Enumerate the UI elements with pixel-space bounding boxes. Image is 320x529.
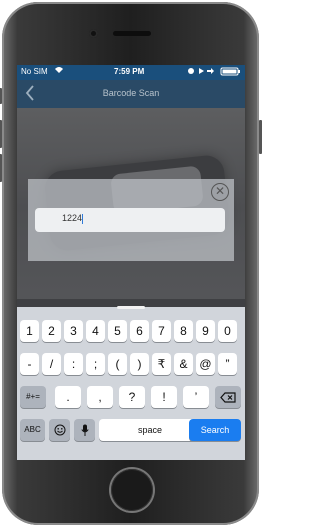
key-comma[interactable]: , <box>87 386 113 408</box>
mute-switch <box>0 88 2 104</box>
key-1[interactable]: 1 <box>20 320 39 342</box>
power-button <box>259 120 262 154</box>
search-key[interactable]: Search <box>189 419 241 441</box>
key-4[interactable]: 4 <box>86 320 105 342</box>
page-title: Barcode Scan <box>102 88 160 98</box>
close-button[interactable]: ✕ <box>211 183 229 201</box>
home-button[interactable] <box>111 469 153 511</box>
key-quote[interactable]: ” <box>218 353 237 375</box>
key-6[interactable]: 6 <box>130 320 149 342</box>
key-7[interactable]: 7 <box>152 320 171 342</box>
volume-up-button <box>0 120 2 148</box>
text-caret <box>82 213 84 224</box>
keyboard: 1 2 3 4 5 6 7 8 9 0 - / : ; ( ) ₹ & @ ” … <box>17 310 245 460</box>
status-bar: No SIM 7:59 PM <box>17 65 245 80</box>
key-apostrophe[interactable]: ’ <box>183 386 209 408</box>
earpiece <box>113 31 151 36</box>
status-icons <box>187 66 243 78</box>
key-hyphen[interactable]: - <box>20 353 39 375</box>
key-slash[interactable]: / <box>42 353 61 375</box>
barcode-input[interactable]: 1224 <box>35 208 225 232</box>
carrier-label: No SIM <box>21 67 48 76</box>
keyboard-grabber <box>117 306 145 309</box>
close-icon: ✕ <box>214 184 226 198</box>
space-key[interactable]: space <box>99 419 201 441</box>
delete-key[interactable] <box>215 386 241 408</box>
screen: No SIM 7:59 PM Barcode Scan ✕ 1224 1 2 3… <box>17 65 245 460</box>
manual-entry-dialog: ✕ 1224 <box>28 179 234 261</box>
dictation-key[interactable] <box>74 419 95 441</box>
volume-down-button <box>0 154 2 182</box>
key-at[interactable]: @ <box>196 353 215 375</box>
key-period[interactable]: . <box>55 386 81 408</box>
front-camera <box>89 29 98 38</box>
key-3[interactable]: 3 <box>64 320 83 342</box>
emoji-icon <box>54 424 65 436</box>
key-abc[interactable]: ABC <box>20 419 45 441</box>
backspace-icon <box>220 392 236 403</box>
key-9[interactable]: 9 <box>196 320 215 342</box>
key-ampersand[interactable]: & <box>174 353 193 375</box>
key-close-paren[interactable]: ) <box>130 353 149 375</box>
key-colon[interactable]: : <box>64 353 83 375</box>
key-question[interactable]: ? <box>119 386 145 408</box>
wifi-icon <box>54 66 64 76</box>
clock: 7:59 PM <box>114 67 145 76</box>
key-8[interactable]: 8 <box>174 320 193 342</box>
key-rupee[interactable]: ₹ <box>152 353 171 375</box>
key-5[interactable]: 5 <box>108 320 127 342</box>
key-more-symbols[interactable]: #+= <box>20 386 46 408</box>
key-exclamation[interactable]: ! <box>151 386 177 408</box>
emoji-key[interactable] <box>49 419 70 441</box>
key-2[interactable]: 2 <box>42 320 61 342</box>
navigation-bar: Barcode Scan <box>17 80 245 108</box>
barcode-input-value: 1224 <box>62 213 83 223</box>
key-open-paren[interactable]: ( <box>108 353 127 375</box>
microphone-icon <box>80 424 89 436</box>
key-0[interactable]: 0 <box>218 320 237 342</box>
key-semicolon[interactable]: ; <box>86 353 105 375</box>
